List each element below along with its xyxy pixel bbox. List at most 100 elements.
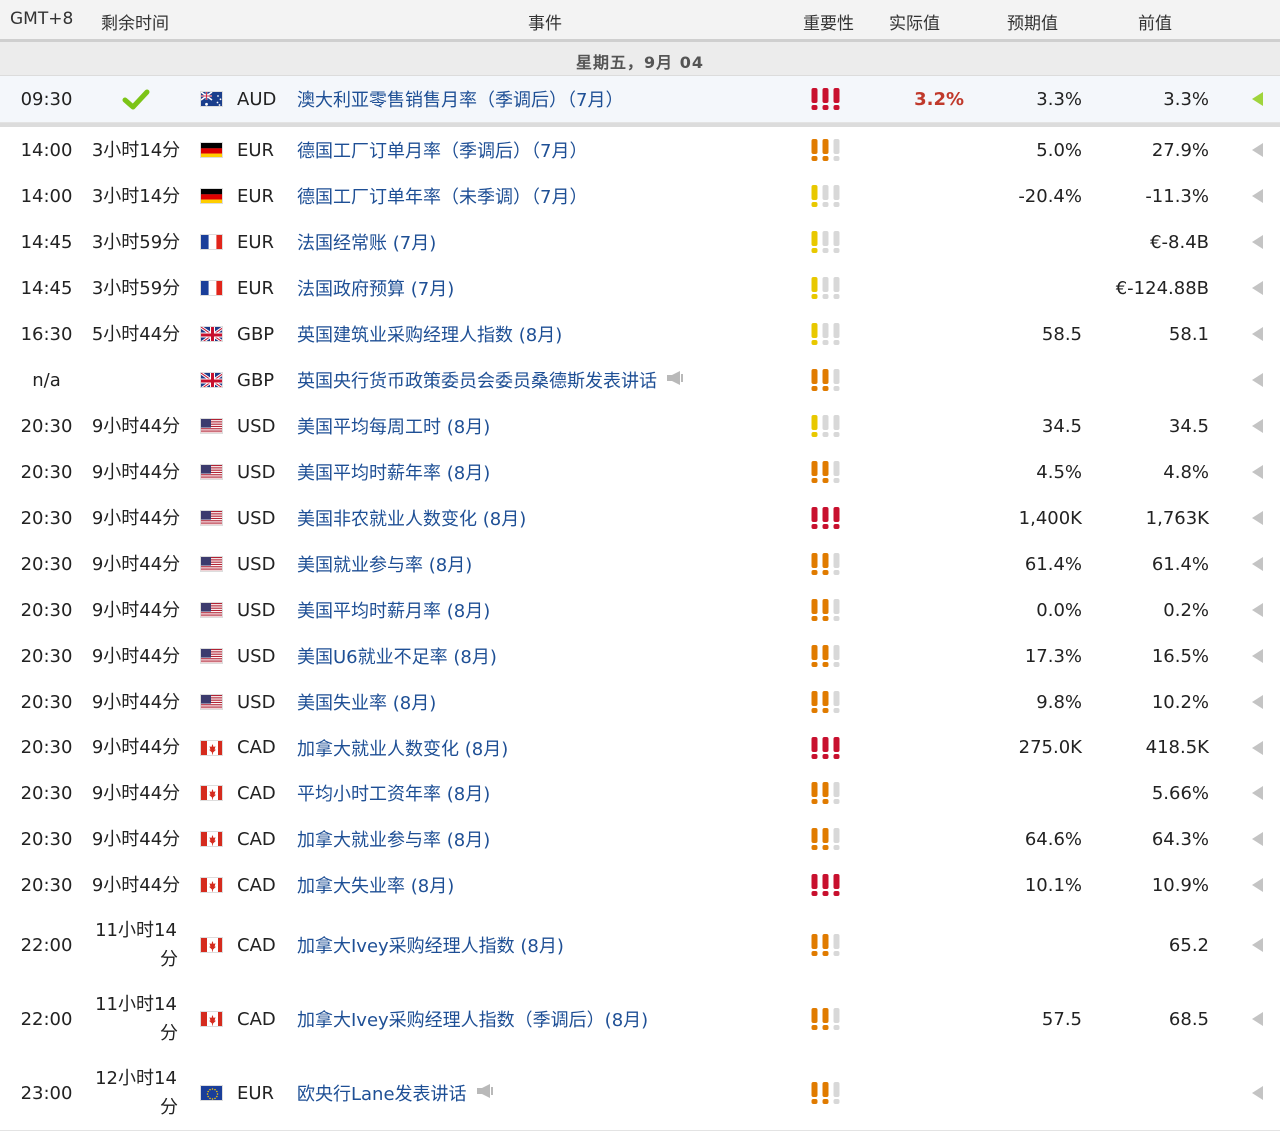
expand-arrow-icon[interactable] [1252, 633, 1266, 679]
event-link[interactable]: 美国平均时薪月率 (8月) [297, 587, 797, 633]
event-link[interactable]: 平均小时工资年率 (8月) [297, 770, 797, 816]
event-link[interactable]: 加拿大就业参与率 (8月) [297, 816, 797, 862]
event-title[interactable]: 美国就业参与率 (8月) [297, 551, 472, 577]
event-link[interactable]: 美国U6就业不足率 (8月) [297, 633, 797, 679]
table-row[interactable]: 20:30 9小时44分 CAD 加拿大就业参与率 (8月) 64.6% 64.3% [0, 816, 1280, 863]
table-row[interactable]: 20:30 9小时44分 CAD 加拿大失业率 (8月) 10.1% 10.9% [0, 862, 1280, 909]
event-link[interactable]: 加拿大Ivey采购经理人指数（季调后）(8月) [297, 982, 797, 1056]
actual-value: 3.2% [914, 88, 964, 110]
expand-arrow-icon[interactable] [1252, 495, 1266, 541]
time-remaining: 9小时44分 [91, 874, 181, 896]
table-row[interactable]: 20:30 9小时44分 USD 美国就业参与率 (8月) 61.4% 61.4% [0, 541, 1280, 588]
event-link[interactable]: 美国平均每周工时 (8月) [297, 403, 797, 449]
event-title[interactable]: 美国非农就业人数变化 (8月) [297, 505, 526, 531]
table-row[interactable]: 16:30 5小时44分 GBP 英国建筑业采购经理人指数 (8月) 58.5 58.1 [0, 311, 1280, 358]
table-row[interactable]: 20:30 9小时44分 USD 美国U6就业不足率 (8月) 17.3% 16.5% [0, 633, 1280, 680]
event-link[interactable]: 英国央行货币政策委员会委员桑德斯发表讲话 [297, 357, 797, 403]
event-link[interactable]: 美国就业参与率 (8月) [297, 541, 797, 587]
event-title[interactable]: 加拿大失业率 (8月) [297, 872, 454, 898]
forecast-value: 10.1% [1024, 874, 1082, 896]
event-title[interactable]: 美国失业率 (8月) [297, 689, 436, 715]
actual-value [860, 1056, 964, 1130]
expand-arrow-icon[interactable] [1252, 1056, 1266, 1130]
event-title[interactable]: 英国央行货币政策委员会委员桑德斯发表讲话 [297, 367, 657, 393]
event-title[interactable]: 欧央行Lane发表讲话 [297, 1080, 467, 1106]
previous-value: 61.4% [1151, 553, 1209, 575]
table-row[interactable]: 20:30 9小时44分 USD 美国平均时薪月率 (8月) 0.0% 0.2% [0, 587, 1280, 634]
event-link[interactable]: 澳大利亚零售销售月率（季调后）（7月） [297, 76, 797, 122]
event-title[interactable]: 德国工厂订单年率（未季调）（7月） [297, 183, 587, 209]
table-row[interactable]: 20:30 9小时44分 USD 美国非农就业人数变化 (8月) 1,400K 1,763… [0, 495, 1280, 542]
expand-arrow-icon[interactable] [1252, 862, 1266, 908]
event-link[interactable]: 加拿大就业人数变化 (8月) [297, 725, 797, 770]
expand-arrow-icon[interactable] [1252, 127, 1266, 173]
event-link[interactable]: 美国失业率 (8月) [297, 679, 797, 725]
expand-arrow-icon[interactable] [1252, 219, 1266, 265]
expand-arrow-icon[interactable] [1252, 265, 1266, 311]
currency-code: USD [237, 415, 276, 437]
event-link[interactable]: 英国建筑业采购经理人指数 (8月) [297, 311, 797, 357]
event-title[interactable]: 法国政府预算 (7月) [297, 275, 454, 301]
table-row[interactable]: 14:45 3小时59分 EUR 法国政府预算 (7月) €-124.88B [0, 265, 1280, 312]
event-title[interactable]: 美国平均每周工时 (8月) [297, 413, 490, 439]
table-row[interactable]: 09:30 AUD 澳大利亚零售销售月率（季调后）（7月） 3.2% 3.3% 3.3% [0, 76, 1280, 123]
table-row[interactable]: 20:30 9小时44分 CAD 平均小时工资年率 (8月) 5.66% [0, 770, 1280, 817]
expand-arrow-icon[interactable] [1252, 311, 1266, 357]
expand-arrow-icon[interactable] [1252, 587, 1266, 633]
event-link[interactable]: 加拿大Ivey采购经理人指数 (8月) [297, 908, 797, 982]
event-title[interactable]: 加拿大就业参与率 (8月) [297, 826, 490, 852]
event-title[interactable]: 澳大利亚零售销售月率（季调后）（7月） [297, 86, 623, 112]
expand-arrow-icon[interactable] [1252, 816, 1266, 862]
table-row[interactable]: 14:00 3小时14分 EUR 德国工厂订单月率（季调后）（7月） 5.0% 27.9% [0, 127, 1280, 174]
expand-arrow-icon[interactable] [1252, 725, 1266, 770]
table-row[interactable]: 23:00 12小时14 分 EUR 欧央行Lane发表讲话 [0, 1056, 1280, 1131]
event-title[interactable]: 加拿大Ivey采购经理人指数（季调后）(8月) [297, 1006, 648, 1032]
event-link[interactable]: 法国政府预算 (7月) [297, 265, 797, 311]
expand-arrow-icon[interactable] [1252, 76, 1266, 122]
expand-arrow-icon[interactable] [1252, 449, 1266, 495]
event-link[interactable]: 德国工厂订单月率（季调后）（7月） [297, 127, 797, 173]
expand-arrow-icon[interactable] [1252, 357, 1266, 403]
table-row[interactable]: n/a GBP 英国央行货币政策委员会委员桑德斯发表讲话 [0, 357, 1280, 404]
event-time: 20:30 [20, 507, 73, 529]
expand-arrow-icon[interactable] [1252, 908, 1266, 982]
expand-arrow-icon[interactable] [1252, 982, 1266, 1056]
expand-arrow-icon[interactable] [1252, 770, 1266, 816]
expand-arrow-icon[interactable] [1252, 541, 1266, 587]
previous-value: €-124.88B [1115, 277, 1209, 299]
expand-arrow-icon[interactable] [1252, 403, 1266, 449]
event-title[interactable]: 美国U6就业不足率 (8月) [297, 643, 497, 669]
table-row[interactable]: 20:30 9小时44分 USD 美国平均时薪年率 (8月) 4.5% 4.8% [0, 449, 1280, 496]
importance-icon [810, 862, 844, 908]
event-link[interactable]: 法国经常账 (7月) [297, 219, 797, 265]
table-row[interactable]: 14:45 3小时59分 EUR 法国经常账 (7月) €-8.4B [0, 219, 1280, 266]
event-link[interactable]: 欧央行Lane发表讲话 [297, 1056, 797, 1130]
event-link[interactable]: 加拿大失业率 (8月) [297, 862, 797, 908]
event-time: 20:30 [20, 782, 73, 804]
event-title[interactable]: 美国平均时薪年率 (8月) [297, 459, 490, 485]
event-title[interactable]: 平均小时工资年率 (8月) [297, 780, 490, 806]
table-row[interactable]: 22:00 11小时14 分 CAD 加拿大Ivey采购经理人指数（季调后）(8月) 57… [0, 982, 1280, 1057]
table-row[interactable]: 20:30 9小时44分 USD 美国失业率 (8月) 9.8% 10.2% [0, 679, 1280, 726]
table-row[interactable]: 20:30 9小时44分 USD 美国平均每周工时 (8月) 34.5 34.5 [0, 403, 1280, 450]
header-timezone[interactable]: GMT+8 [10, 9, 73, 29]
expand-arrow-icon[interactable] [1252, 173, 1266, 219]
table-row[interactable]: 14:00 3小时14分 EUR 德国工厂订单年率（未季调）（7月） -20.4% -11… [0, 173, 1280, 220]
event-title[interactable]: 德国工厂订单月率（季调后）（7月） [297, 137, 587, 163]
event-title[interactable]: 法国经常账 (7月) [297, 229, 436, 255]
table-row[interactable]: 22:00 11小时14 分 CAD 加拿大Ivey采购经理人指数 (8月) 65.2 [0, 908, 1280, 983]
event-title[interactable]: 加拿大Ivey采购经理人指数 (8月) [297, 932, 564, 958]
event-time: 23:00 [20, 1082, 73, 1104]
event-title[interactable]: 加拿大就业人数变化 (8月) [297, 735, 508, 761]
event-link[interactable]: 美国平均时薪年率 (8月) [297, 449, 797, 495]
event-title[interactable]: 美国平均时薪月率 (8月) [297, 597, 490, 623]
currency-code: EUR [237, 277, 275, 299]
expand-arrow-icon[interactable] [1252, 679, 1266, 725]
flag-ca-icon [199, 816, 223, 862]
event-link[interactable]: 美国非农就业人数变化 (8月) [297, 495, 797, 541]
table-row[interactable]: 20:30 9小时44分 CAD 加拿大就业人数变化 (8月) 275.0K 418.5K [0, 725, 1280, 771]
event-link[interactable]: 德国工厂订单年率（未季调）（7月） [297, 173, 797, 219]
event-title[interactable]: 英国建筑业采购经理人指数 (8月) [297, 321, 562, 347]
flag-au-icon [199, 76, 223, 122]
event-time: n/a [32, 369, 61, 391]
